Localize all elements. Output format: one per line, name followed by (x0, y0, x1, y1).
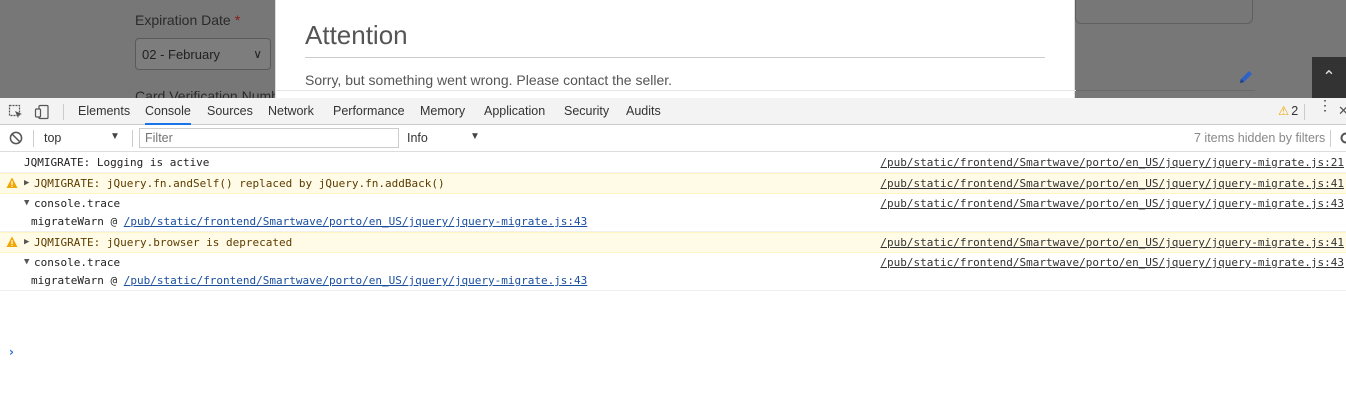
devtools-tabbar: Elements Console Sources Network Perform… (0, 98, 1346, 125)
warning-icon: ⚠ (1278, 104, 1290, 118)
chevron-down-icon: ∨ (253, 47, 262, 61)
collapse-triangle-icon[interactable]: ▼ (24, 194, 29, 213)
console-message: JQMIGRATE: Logging is active /pub/static… (0, 153, 1346, 173)
context-select[interactable]: top (44, 131, 61, 145)
modal-message: Sorry, but something went wrong. Please … (305, 72, 673, 88)
more-options-icon[interactable]: ⋮ (1318, 98, 1332, 112)
warning-counter[interactable]: ⚠ 2 (1278, 103, 1298, 118)
warning-icon (6, 236, 18, 247)
console-output: JQMIGRATE: Logging is active /pub/static… (0, 153, 1346, 291)
chevron-up-icon: ⌃ (1322, 67, 1336, 86)
source-link[interactable]: /pub/static/frontend/Smartwave/porto/en_… (880, 253, 1344, 272)
expiration-date-label: Expiration Date * (135, 12, 241, 28)
caret-down-icon: ▼ (110, 131, 120, 142)
expiration-month-value: 02 - February (142, 47, 221, 62)
cvn-input-underline (1075, 90, 1255, 91)
modal-footer-border (276, 90, 1076, 98)
tab-network[interactable]: Network (268, 98, 314, 125)
attention-modal: Attention Sorry, but something went wron… (275, 0, 1076, 98)
toolbar-divider (1304, 104, 1305, 120)
tab-memory[interactable]: Memory (420, 98, 465, 125)
device-toolbar-icon[interactable] (34, 104, 50, 120)
tab-audits[interactable]: Audits (626, 98, 661, 125)
console-filterbar: top ▼ Info ▼ 7 items hidden by filters (0, 126, 1346, 152)
modal-divider (305, 57, 1045, 58)
tab-sources[interactable]: Sources (207, 98, 253, 125)
message-text: JQMIGRATE: Logging is active (24, 156, 210, 169)
scroll-to-top-button[interactable]: ⌃ (1312, 57, 1346, 98)
source-link[interactable]: /pub/static/frontend/Smartwave/porto/en_… (880, 194, 1344, 213)
required-marker: * (234, 12, 241, 28)
toolbar-divider (33, 130, 34, 147)
hidden-items-count: 7 items hidden by filters (1194, 131, 1326, 145)
collapse-triangle-icon[interactable]: ▼ (24, 253, 29, 272)
console-warning: ▶ JQMIGRATE: jQuery.browser is deprecate… (0, 232, 1346, 253)
message-text: console.trace (34, 197, 121, 210)
stack-frame-link[interactable]: /pub/static/frontend/Smartwave/porto/en_… (124, 215, 588, 228)
expiration-month-select[interactable]: 02 - February ∨ (135, 38, 271, 70)
inspect-element-icon[interactable] (8, 104, 24, 120)
stack-frame-link[interactable]: /pub/static/frontend/Smartwave/porto/en_… (124, 274, 588, 287)
tab-elements[interactable]: Elements (78, 98, 130, 125)
stack-frame: migrateWarn @ /pub/static/frontend/Smart… (31, 215, 588, 228)
console-settings-icon[interactable] (1336, 131, 1346, 145)
modal-title: Attention (305, 20, 408, 50)
tab-console[interactable]: Console (145, 98, 191, 125)
message-text: console.trace (34, 256, 121, 269)
toolbar-divider (132, 130, 133, 147)
source-link[interactable]: /pub/static/frontend/Smartwave/porto/en_… (880, 174, 1344, 193)
warning-icon (6, 177, 18, 188)
webpage-background: Expiration Date * 02 - February ∨ Card Ve… (0, 0, 1346, 98)
toolbar-divider (63, 104, 64, 120)
console-trace: ▼ console.trace /pub/static/frontend/Sma… (0, 194, 1346, 232)
card-number-input[interactable] (1075, 0, 1253, 24)
card-verification-label: Card Verification Number (135, 88, 292, 98)
console-trace: ▼ console.trace /pub/static/frontend/Sma… (0, 253, 1346, 291)
console-filter-input[interactable] (139, 128, 399, 148)
message-text: JQMIGRATE: jQuery.fn.andSelf() replaced … (34, 177, 445, 190)
tab-security[interactable]: Security (564, 98, 609, 125)
log-level-select[interactable]: Info (407, 131, 428, 145)
toolbar-divider (1330, 130, 1331, 147)
devtools-panel: Elements Console Sources Network Perform… (0, 98, 1346, 399)
tab-performance[interactable]: Performance (333, 98, 405, 125)
caret-down-icon: ▼ (470, 131, 480, 142)
stack-frame: migrateWarn @ /pub/static/frontend/Smart… (31, 274, 588, 287)
clear-console-icon[interactable] (9, 131, 23, 145)
source-link[interactable]: /pub/static/frontend/Smartwave/porto/en_… (880, 153, 1344, 172)
close-devtools-icon[interactable]: ✕ (1338, 103, 1346, 119)
message-text: JQMIGRATE: jQuery.browser is deprecated (34, 236, 293, 249)
pencil-icon[interactable] (1238, 69, 1254, 85)
source-link[interactable]: /pub/static/frontend/Smartwave/porto/en_… (880, 233, 1344, 252)
expand-triangle-icon[interactable]: ▶ (24, 174, 29, 193)
tab-application[interactable]: Application (484, 98, 545, 125)
expand-triangle-icon[interactable]: ▶ (24, 233, 29, 252)
console-prompt[interactable]: › (9, 345, 14, 359)
console-warning: ▶ JQMIGRATE: jQuery.fn.andSelf() replace… (0, 173, 1346, 194)
